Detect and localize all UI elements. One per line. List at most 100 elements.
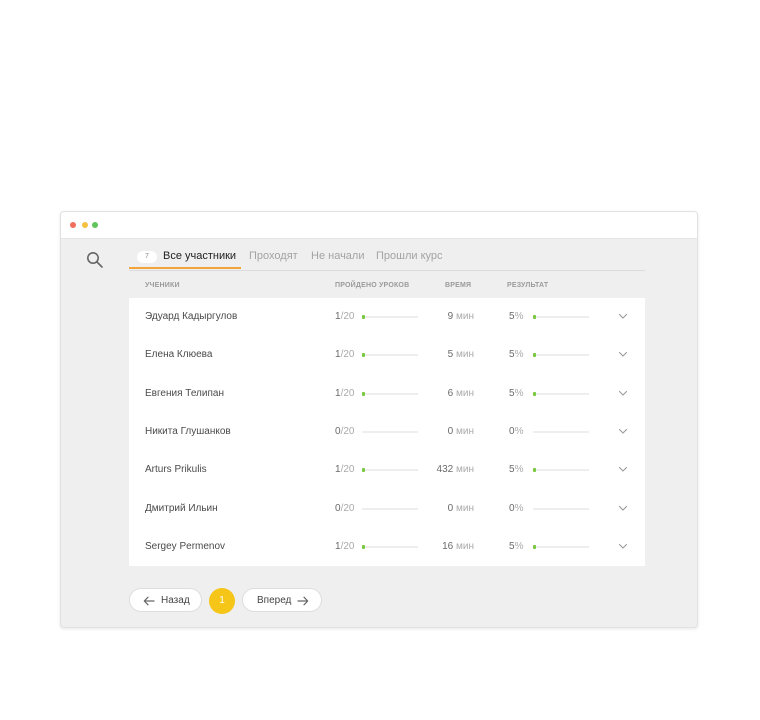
filter-tabs: 7 Все участники Проходят Не начали Прошли… — [129, 246, 645, 271]
table-row[interactable]: Евгения Телипан 1/20 6 мин 5% — [129, 375, 645, 413]
tab-completed[interactable]: Прошли курс — [376, 246, 443, 269]
lessons-count: 0/20 — [335, 413, 354, 451]
time-unit: мин — [456, 502, 474, 514]
time-spent: 6 мин — [419, 375, 474, 413]
time-unit: мин — [456, 464, 474, 476]
table-row[interactable]: Эдуард Кадыргулов 1/20 9 мин 5% — [129, 298, 645, 336]
chevron-down-icon[interactable] — [618, 350, 628, 358]
lessons-progress-bar — [362, 507, 418, 510]
app-window: 7 Все участники Проходят Не начали Прошли… — [60, 211, 698, 628]
lessons-count: 1/20 — [335, 528, 354, 566]
chevron-down-icon[interactable] — [618, 542, 628, 550]
table-row[interactable]: Никита Глушанков 0/20 0 мин 0% — [129, 413, 645, 451]
lessons-progress-fill — [362, 544, 365, 549]
tab-all-participants[interactable]: 7 Все участники — [129, 246, 241, 269]
title-bar — [61, 212, 697, 239]
chevron-down-icon[interactable] — [618, 427, 628, 435]
page-1-button[interactable]: 1 — [209, 588, 235, 614]
table-row[interactable]: Дмитрий Ильин 0/20 0 мин 0% — [129, 490, 645, 528]
time-spent: 9 мин — [419, 298, 474, 336]
result-unit: % — [514, 311, 524, 322]
time-value: 16 — [442, 540, 454, 552]
column-header-lessons: ПРОЙДЕНО УРОКОВ — [335, 282, 410, 289]
chevron-down-icon[interactable] — [618, 389, 628, 397]
tab-label: Прошли курс — [376, 250, 443, 262]
result-unit: % — [514, 425, 524, 437]
tab-not-started[interactable]: Не начали — [311, 246, 364, 269]
result-percent: 5% — [509, 451, 523, 489]
next-page-label: Вперед — [257, 595, 292, 606]
lessons-total: /20 — [340, 425, 355, 437]
result-percent: 0% — [509, 490, 523, 528]
lessons-progress-bar — [362, 544, 418, 549]
table-row[interactable]: Елена Клюева 1/20 5 мин 5% — [129, 336, 645, 374]
result-progress-fill — [533, 353, 536, 358]
lessons-progress-fill — [362, 315, 365, 319]
lessons-total: /20 — [340, 464, 355, 476]
participants-count-badge: 7 — [137, 251, 157, 263]
time-spent: 0 мин — [419, 413, 474, 451]
table-row[interactable]: Arturs Prikulis 1/20 432 мин 5% — [129, 451, 645, 489]
lessons-total: /20 — [340, 349, 355, 361]
prev-page-label: Назад — [161, 595, 190, 606]
result-percent: 0% — [509, 413, 523, 451]
lessons-progress-fill — [362, 468, 365, 473]
minimize-window-dot[interactable] — [82, 222, 88, 228]
time-value: 432 — [436, 464, 454, 476]
time-value: 5 — [447, 349, 454, 361]
lessons-progress-fill — [362, 353, 365, 358]
lessons-total: /20 — [340, 311, 355, 322]
lessons-progress-fill — [362, 391, 365, 396]
tab-in-progress[interactable]: Проходят — [249, 246, 298, 269]
result-progress-bar — [533, 353, 589, 358]
student-name: Дмитрий Ильин — [145, 502, 218, 514]
maximize-window-dot[interactable] — [92, 222, 98, 228]
time-unit: мин — [456, 540, 474, 552]
student-name: Елена Клюева — [145, 349, 213, 361]
column-header-students: УЧЕНИКИ — [145, 282, 180, 289]
result-progress-bar — [533, 507, 589, 510]
student-name: Эдуард Кадыргулов — [145, 311, 238, 322]
lessons-progress-bar — [362, 315, 418, 319]
result-percent: 5% — [509, 528, 523, 566]
result-percent: 5% — [509, 336, 523, 374]
column-header-time: ВРЕМЯ — [445, 282, 472, 289]
table-row[interactable]: Sergey Permenov 1/20 16 мин 5% — [129, 528, 645, 566]
chevron-down-icon[interactable] — [618, 465, 628, 473]
result-unit: % — [514, 387, 524, 399]
arrow-right-icon — [297, 596, 309, 606]
result-progress-bar — [533, 468, 589, 473]
prev-page-button[interactable]: Назад — [129, 588, 202, 612]
lessons-progress-bar — [362, 430, 418, 433]
time-unit: мин — [456, 311, 474, 322]
close-window-dot[interactable] — [70, 222, 76, 228]
result-progress-bar — [533, 430, 589, 433]
result-percent: 5% — [509, 375, 523, 413]
student-name: Никита Глушанков — [145, 425, 231, 437]
student-name: Arturs Prikulis — [145, 464, 207, 476]
result-unit: % — [514, 464, 524, 476]
time-spent: 0 мин — [419, 490, 474, 528]
time-value: 0 — [447, 502, 454, 514]
time-unit: мин — [456, 349, 474, 361]
lessons-progress-bar — [362, 391, 418, 396]
search-icon[interactable] — [85, 250, 105, 270]
lessons-total: /20 — [340, 540, 355, 552]
chevron-down-icon[interactable] — [618, 504, 628, 512]
time-spent: 432 мин — [419, 451, 474, 489]
students-table: Эдуард Кадыргулов 1/20 9 мин 5% Елена Клюева… — [129, 298, 645, 566]
time-value: 6 — [447, 387, 454, 399]
lessons-count: 1/20 — [335, 451, 354, 489]
result-percent: 5% — [509, 298, 523, 336]
result-progress-fill — [533, 315, 536, 319]
next-page-button[interactable]: Вперед — [242, 588, 322, 612]
tab-label: Все участники — [163, 250, 237, 262]
result-progress-fill — [533, 468, 536, 473]
time-spent: 16 мин — [419, 528, 474, 566]
result-progress-fill — [533, 391, 536, 396]
time-value: 0 — [447, 425, 454, 437]
student-name: Евгения Телипан — [145, 387, 224, 399]
result-progress-bar — [533, 391, 589, 396]
chevron-down-icon[interactable] — [618, 312, 628, 320]
lessons-total: /20 — [340, 387, 355, 399]
